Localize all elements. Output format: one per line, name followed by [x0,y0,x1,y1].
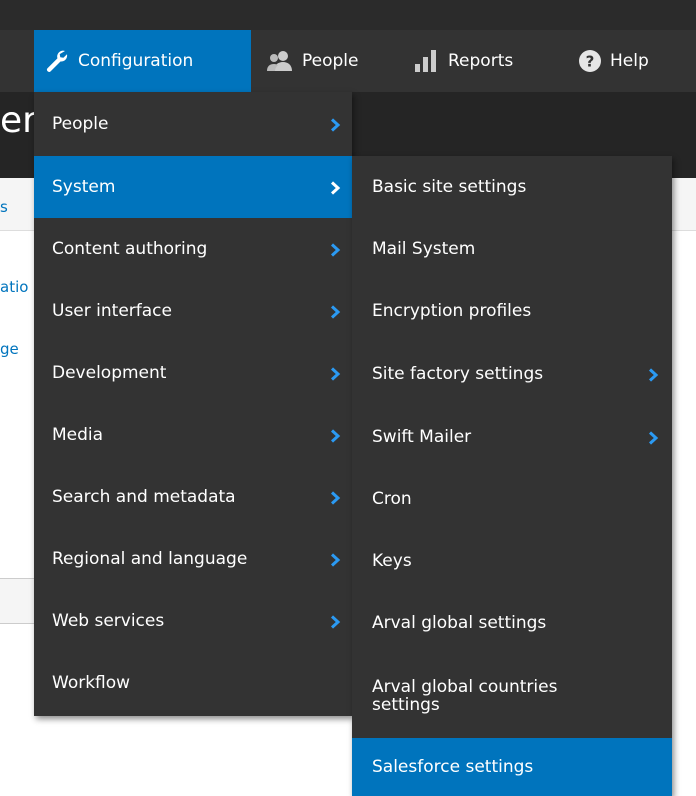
wrench-icon [44,48,70,74]
system-submenu: Basic site settings Mail System Encrypti… [352,156,672,796]
submenu-item-keys[interactable]: Keys [352,530,672,592]
chevron-right-icon [646,367,660,382]
chevron-right-icon [328,180,342,195]
toolbar-reports-label: Reports [448,51,514,71]
submenu-item-label: Arval global settings [372,613,547,633]
menu-item-media[interactable]: Media [34,404,352,466]
submenu-item-label: Salesforce settings [372,757,534,777]
submenu-item-arval-global-countries-settings[interactable]: Arval global countries settings [352,654,672,738]
menu-item-content-authoring[interactable]: Content authoring [34,218,352,280]
chevron-right-icon [328,117,342,132]
menu-item-people[interactable]: People [34,92,352,156]
menu-item-label: Regional and language [52,549,248,569]
submenu-item-label: Arval global countries settings [372,677,558,715]
submenu-item-label: Swift Mailer [372,427,472,447]
menu-item-development[interactable]: Development [34,342,352,404]
chevron-right-icon [328,242,342,257]
menu-item-label: User interface [52,301,172,321]
chevron-right-icon [328,614,342,629]
menu-item-label: Development [52,363,167,383]
menu-item-workflow[interactable]: Workflow [34,652,352,714]
toolbar-help-label: Help [610,51,649,71]
page-link-3[interactable]: ge [0,340,19,358]
toolbar-people-label: People [302,51,359,71]
menu-item-label: Search and metadata [52,487,236,507]
submenu-item-label: Basic site settings [372,177,527,197]
menu-item-label: Workflow [52,673,131,693]
top-strip [0,0,696,30]
menu-item-label: Content authoring [52,239,208,259]
toolbar-configuration-label: Configuration [78,51,194,71]
admin-toolbar: Configuration People Reports ? Help [0,30,696,92]
svg-text:?: ? [586,53,595,71]
page-link-1[interactable]: s [0,198,8,216]
menu-item-label: Web services [52,611,165,631]
submenu-item-basic-site-settings[interactable]: Basic site settings [352,156,672,218]
toolbar-configuration[interactable]: Configuration [34,30,251,92]
chevron-right-icon [328,490,342,505]
submenu-item-cron[interactable]: Cron [352,468,672,530]
submenu-item-label: Encryption profiles [372,301,532,321]
menu-item-label: People [52,114,109,134]
submenu-item-label: Mail System [372,239,476,259]
menu-item-search-and-metadata[interactable]: Search and metadata [34,466,352,528]
page-title: er [0,100,37,141]
chevron-right-icon [328,428,342,443]
submenu-item-label: Cron [372,489,412,509]
submenu-item-site-factory-settings[interactable]: Site factory settings [352,342,672,406]
submenu-item-swift-mailer[interactable]: Swift Mailer [352,406,672,468]
toolbar-reports[interactable]: Reports [414,30,513,92]
toolbar-help[interactable]: ? Help [578,30,649,92]
submenu-item-encryption-profiles[interactable]: Encryption profiles [352,280,672,342]
bar-chart-icon [414,50,440,72]
configuration-menu: People System Content authoring User int… [34,92,352,716]
submenu-item-label: Site factory settings [372,364,544,384]
menu-item-user-interface[interactable]: User interface [34,280,352,342]
submenu-item-mail-system[interactable]: Mail System [352,218,672,280]
menu-item-label: Media [52,425,104,445]
chevron-right-icon [328,304,342,319]
toolbar-people[interactable]: People [266,30,358,92]
people-icon [266,50,294,72]
chevron-right-icon [646,430,660,445]
menu-item-web-services[interactable]: Web services [34,590,352,652]
chevron-right-icon [328,366,342,381]
menu-item-label: System [52,177,116,197]
page-link-2[interactable]: atio [0,278,28,296]
menu-item-regional-and-language[interactable]: Regional and language [34,528,352,590]
submenu-item-salesforce-settings[interactable]: Salesforce settings [352,738,672,796]
chevron-right-icon [328,552,342,567]
menu-item-system[interactable]: System [34,156,352,218]
help-icon: ? [578,49,602,73]
submenu-item-arval-global-settings[interactable]: Arval global settings [352,592,672,654]
submenu-item-label: Keys [372,551,412,571]
